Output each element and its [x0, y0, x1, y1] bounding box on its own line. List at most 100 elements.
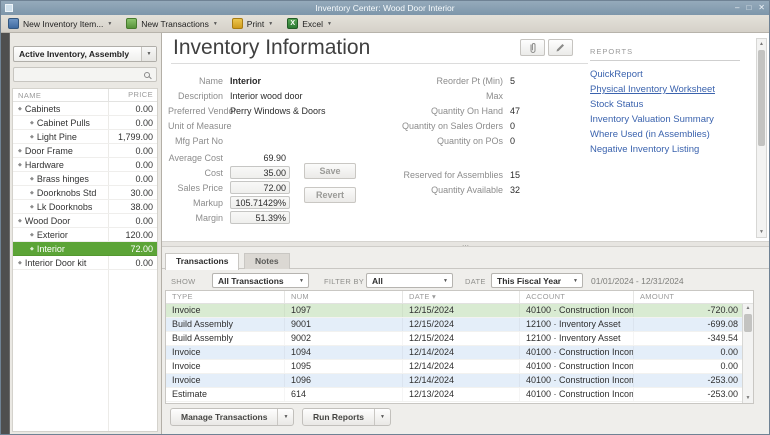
item-list-sidebar: Active Inventory, Assembly ▼ NAME PRICE … — [10, 33, 162, 434]
amount-column-header[interactable]: AMOUNT — [633, 291, 742, 303]
report-link[interactable]: Physical Inventory Worksheet — [590, 82, 750, 97]
search-icon[interactable] — [144, 72, 150, 78]
scroll-down-icon[interactable]: ▼ — [743, 394, 753, 403]
item-name: Cabinet Pulls — [13, 118, 108, 128]
list-item[interactable]: Doorknobs Std 30.00 — [13, 186, 157, 200]
report-link[interactable]: Stock Status — [590, 97, 750, 112]
assembly-fields: Reserved for Assemblies 15 Quantity Avai… — [390, 167, 600, 197]
scroll-up-icon[interactable]: ▲ — [757, 39, 766, 49]
item-name: Light Pine — [13, 132, 108, 142]
list-item[interactable]: Cabinets 0.00 — [13, 102, 157, 116]
cost-input-field[interactable]: 35.00 — [230, 166, 290, 179]
new-inventory-item-button[interactable]: New Inventory Item... ▼ — [8, 18, 112, 29]
close-button[interactable]: ✕ — [758, 1, 765, 15]
cell-date: 12/14/2024 — [402, 360, 519, 373]
table-row[interactable]: Invoice 1095 12/14/2024 40100 · Construc… — [166, 360, 742, 374]
vertical-scrollbar[interactable]: ▲ ▼ — [756, 38, 767, 238]
cost-input-field[interactable]: 51.39% — [230, 211, 290, 224]
report-link[interactable]: Inventory Valuation Summary — [590, 112, 750, 127]
inventory-center-window: Inventory Center: Wood Door Interior – □… — [0, 0, 770, 435]
list-item[interactable]: Wood Door 0.00 — [13, 214, 157, 228]
filter-by-dropdown[interactable]: All ▼ — [366, 273, 453, 288]
table-row[interactable]: Invoice 1096 12/14/2024 40100 · Construc… — [166, 374, 742, 388]
minimize-button[interactable]: – — [735, 1, 739, 15]
cell-account: 12100 · Inventory Asset — [519, 318, 633, 331]
list-item[interactable]: Light Pine 1,799.00 — [13, 130, 157, 144]
table-row[interactable]: Build Assembly 9002 12/15/2024 12100 · I… — [166, 332, 742, 346]
cost-input-field[interactable]: 72.00 — [230, 181, 290, 194]
name-column-header[interactable]: NAME — [13, 91, 108, 100]
field-row: Mfg Part No — [168, 133, 398, 148]
scrollbar-thumb[interactable] — [744, 314, 752, 332]
type-column-header[interactable]: TYPE — [166, 291, 284, 303]
report-links: QuickReport Physical Inventory Worksheet… — [590, 67, 750, 157]
scroll-down-icon[interactable]: ▼ — [757, 227, 766, 237]
chevron-down-icon[interactable]: ▼ — [277, 409, 293, 425]
tab[interactable]: Transactions — [165, 253, 239, 270]
num-column-header[interactable]: NUM — [284, 291, 402, 303]
list-item[interactable]: Interior Door kit 0.00 — [13, 256, 157, 270]
average-cost-value: 69.90 — [230, 153, 290, 163]
chevron-down-icon[interactable]: ▼ — [327, 21, 332, 27]
save-button[interactable]: Save — [304, 163, 356, 179]
account-column-header[interactable]: ACCOUNT — [519, 291, 633, 303]
cost-input-row: Margin 51.39% — [168, 210, 290, 225]
new-transactions-button[interactable]: New Transactions ▼ — [126, 18, 218, 29]
collapsed-nav-strip[interactable] — [1, 33, 10, 434]
tab[interactable]: Notes — [244, 253, 290, 269]
list-item[interactable]: Hardware 0.00 — [13, 158, 157, 172]
price-column-header[interactable]: PRICE — [108, 89, 157, 101]
search-input[interactable] — [14, 68, 144, 81]
table-row[interactable]: Invoice 1094 12/14/2024 40100 · Construc… — [166, 346, 742, 360]
date-dropdown[interactable]: This Fiscal Year ▼ — [491, 273, 583, 288]
maximize-button[interactable]: □ — [746, 1, 751, 15]
cost-fields: Average Cost 69.90 Cost 35.00 Sales Pric… — [168, 150, 290, 225]
attach-button[interactable] — [520, 39, 545, 56]
table-row[interactable]: Invoice 1097 12/15/2024 40100 · Construc… — [166, 304, 742, 318]
date-column-header[interactable]: DATE ▾ — [402, 291, 519, 303]
toolbar: New Inventory Item... ▼ New Transactions… — [1, 15, 769, 33]
manage-transactions-button[interactable]: Manage Transactions ▼ — [170, 408, 294, 426]
table-row[interactable]: Build Assembly 9001 12/15/2024 12100 · I… — [166, 318, 742, 332]
cost-input-field[interactable]: 105.71429% — [230, 196, 290, 209]
cell-type: Invoice — [166, 346, 284, 359]
table-scrollbar[interactable]: ▲ ▼ — [742, 304, 753, 403]
report-link[interactable]: Where Used (in Assemblies) — [590, 127, 750, 142]
list-item[interactable]: Lk Doorknobs 38.00 — [13, 200, 157, 214]
inventory-filter-dropdown[interactable]: Active Inventory, Assembly ▼ — [13, 46, 157, 62]
cell-amount: -253.00 — [633, 374, 742, 387]
report-link[interactable]: QuickReport — [590, 67, 750, 82]
list-item[interactable]: Interior 72.00 — [13, 242, 157, 256]
show-dropdown[interactable]: All Transactions ▼ — [212, 273, 309, 288]
filter-by-label: FILTER BY — [324, 277, 364, 286]
cost-input-label: Cost — [168, 168, 230, 178]
report-link[interactable]: Negative Inventory Listing — [590, 142, 750, 157]
reports-title: REPORTS — [590, 47, 750, 56]
revert-button[interactable]: Revert — [304, 187, 356, 203]
item-list-header[interactable]: NAME PRICE — [13, 89, 157, 102]
chevron-down-icon[interactable]: ▼ — [268, 21, 273, 27]
field-row: Name Interior — [168, 73, 398, 88]
table-row[interactable]: Estimate 614 12/13/2024 40100 · Construc… — [166, 388, 742, 402]
list-item[interactable]: Cabinet Pulls 0.00 — [13, 116, 157, 130]
chevron-down-icon: ▼ — [299, 278, 308, 284]
item-fields-left: Name Interior Description Interior wood … — [168, 73, 398, 148]
cell-amount: -720.00 — [633, 304, 742, 317]
detail-pane: Inventory Information Name Interior Desc… — [162, 33, 769, 434]
cost-input-row: Markup 105.71429% — [168, 195, 290, 210]
edit-button[interactable] — [548, 39, 573, 56]
chevron-down-icon[interactable]: ▼ — [374, 409, 390, 425]
scroll-up-icon[interactable]: ▲ — [743, 304, 753, 313]
chevron-down-icon[interactable]: ▼ — [213, 21, 218, 27]
scrollbar-thumb[interactable] — [758, 50, 765, 146]
chevron-down-icon[interactable]: ▼ — [141, 47, 156, 61]
cell-amount: 0.00 — [633, 346, 742, 359]
list-item[interactable]: Brass hinges 0.00 — [13, 172, 157, 186]
chevron-down-icon[interactable]: ▼ — [107, 21, 112, 27]
list-item[interactable]: Exterior 120.00 — [13, 228, 157, 242]
excel-button[interactable]: X Excel ▼ — [287, 18, 332, 29]
print-button[interactable]: Print ▼ — [232, 18, 273, 29]
field-row: Quantity On Hand 47 — [390, 103, 600, 118]
run-reports-button[interactable]: Run Reports ▼ — [302, 408, 391, 426]
list-item[interactable]: Door Frame 0.00 — [13, 144, 157, 158]
